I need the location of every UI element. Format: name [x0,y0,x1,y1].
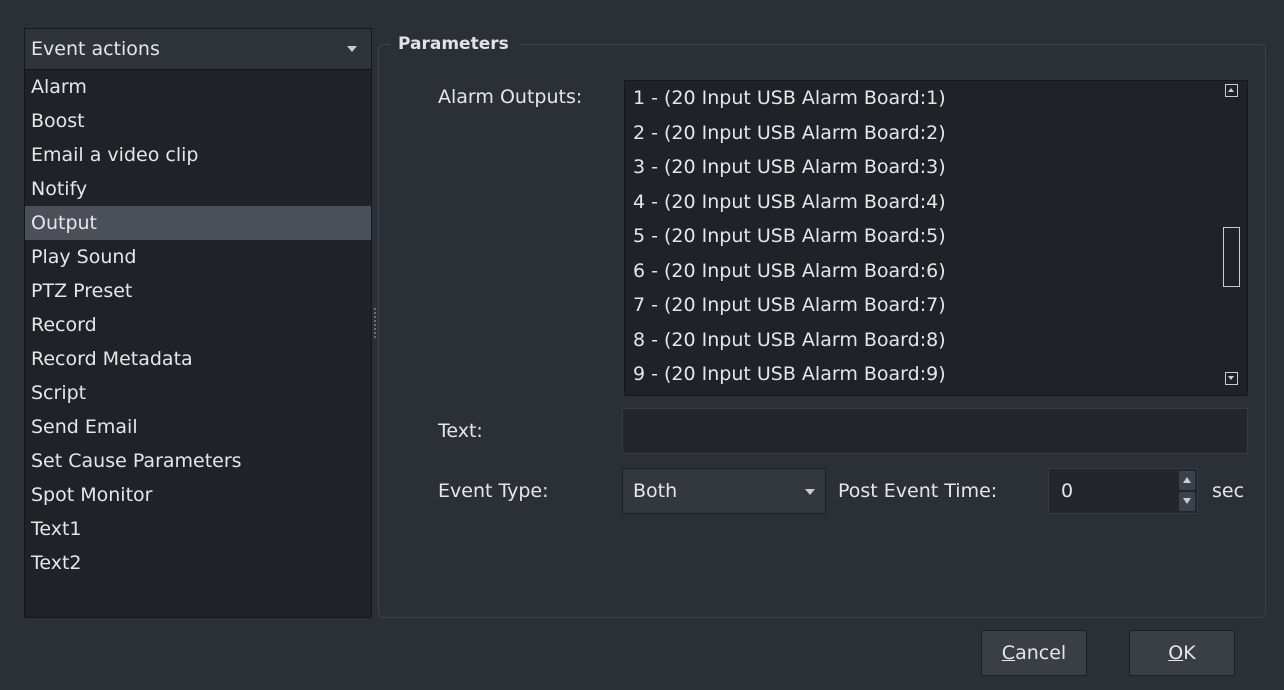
ok-mnemonic: O [1168,642,1184,664]
spin-up-icon[interactable] [1179,471,1195,490]
chevron-down-icon [347,46,357,52]
splitter-handle[interactable] [374,308,376,340]
text-label: Text: [438,420,483,442]
alarm-output-item[interactable]: 8 - (20 Input USB Alarm Board:8) [625,323,1247,358]
event-type-value: Both [633,480,678,502]
alarm-outputs-label: Alarm Outputs: [438,86,583,108]
text-field[interactable] [622,408,1248,454]
ok-label: K [1183,642,1196,664]
list-item[interactable]: Play Sound [25,240,371,274]
event-actions-panel: Event actions Alarm Boost Email a video cl… [24,28,372,618]
scrollbar-thumb[interactable] [1223,227,1240,287]
ok-button[interactable]: OK [1129,630,1235,676]
parameters-title: Parameters [390,34,519,54]
list-item[interactable]: Spot Monitor [25,478,371,512]
list-item[interactable]: Email a video clip [25,138,371,172]
alarm-output-item[interactable]: 7 - (20 Input USB Alarm Board:7) [625,288,1247,323]
spin-down-icon[interactable] [1179,492,1195,511]
alarm-output-item[interactable]: 6 - (20 Input USB Alarm Board:6) [625,254,1247,289]
event-actions-list: Alarm Boost Email a video clip Notify Output… [25,70,371,580]
list-item[interactable]: Record Metadata [25,342,371,376]
post-event-time-spinbox[interactable]: 0 [1048,468,1198,514]
list-item[interactable]: PTZ Preset [25,274,371,308]
list-item[interactable]: Output [25,206,371,240]
alarm-output-item[interactable]: 1 - (20 Input USB Alarm Board:1) [625,81,1247,116]
scroll-up-icon[interactable] [1225,84,1238,97]
event-type-label: Event Type: [438,480,549,502]
cancel-button[interactable]: Cancel [981,630,1087,676]
alarm-output-item[interactable]: 3 - (20 Input USB Alarm Board:3) [625,150,1247,185]
event-type-select[interactable]: Both [622,468,826,514]
alarm-output-item[interactable]: 5 - (20 Input USB Alarm Board:5) [625,219,1247,254]
list-item[interactable]: Text1 [25,512,371,546]
list-item[interactable]: Boost [25,104,371,138]
scroll-down-icon[interactable] [1225,372,1238,385]
event-actions-dropdown-label: Event actions [31,38,160,60]
alarm-output-item[interactable]: 4 - (20 Input USB Alarm Board:4) [625,185,1247,220]
chevron-down-icon [805,489,815,495]
list-item[interactable]: Text2 [25,546,371,580]
cancel-label: ancel [1015,642,1067,664]
alarm-output-item[interactable]: 2 - (20 Input USB Alarm Board:2) [625,116,1247,151]
list-item[interactable]: Alarm [25,70,371,104]
list-item[interactable]: Notify [25,172,371,206]
alarm-outputs-list[interactable]: 1 - (20 Input USB Alarm Board:1) 2 - (20 … [624,80,1248,396]
list-item[interactable]: Set Cause Parameters [25,444,371,478]
alarm-output-item[interactable]: 9 - (20 Input USB Alarm Board:9) [625,357,1247,392]
alarm-outputs-scrollbar[interactable] [1217,81,1247,395]
post-event-time-unit: sec [1212,480,1245,502]
post-event-time-value: 0 [1061,480,1074,502]
list-item[interactable]: Script [25,376,371,410]
post-event-time-label: Post Event Time: [838,480,998,502]
event-actions-dropdown[interactable]: Event actions [25,29,371,70]
list-item[interactable]: Record [25,308,371,342]
list-item[interactable]: Send Email [25,410,371,444]
cancel-mnemonic: C [1001,642,1016,664]
